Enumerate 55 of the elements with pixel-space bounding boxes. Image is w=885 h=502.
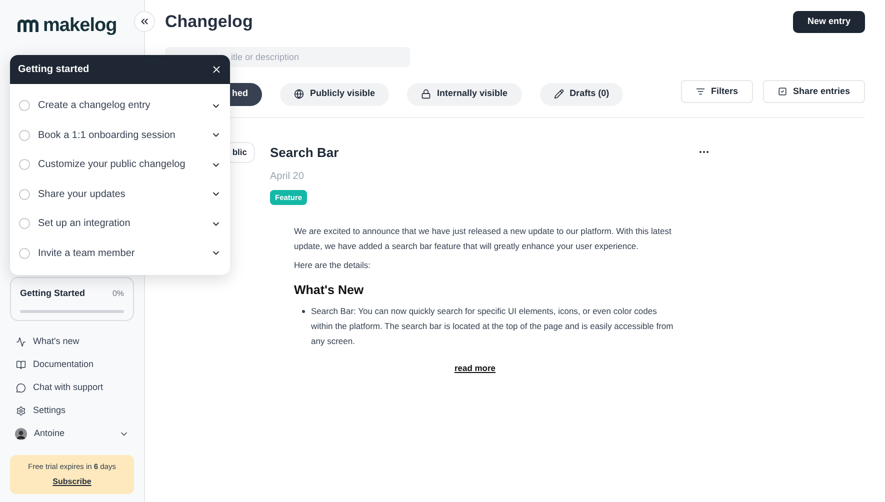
checklist-label: Invite a team member [38, 246, 136, 261]
collapse-button[interactable] [134, 11, 155, 32]
checkbox-icon [778, 87, 787, 96]
checkbox[interactable] [19, 100, 30, 112]
checklist-label: Share your updates [38, 188, 126, 202]
close-icon[interactable] [211, 64, 222, 75]
globe-icon [294, 89, 304, 99]
page-title: Changelog [165, 10, 253, 33]
entry-heading: What's New [294, 282, 365, 298]
checklist-label: Set up an integration [38, 217, 132, 232]
entry-title: Search Bar [270, 144, 339, 162]
filter-icon [696, 87, 705, 96]
filter-tab[interactable]: Publicly visible [280, 82, 390, 106]
read-more-link[interactable]: read more [454, 360, 496, 376]
user-menu[interactable]: Antoine [10, 424, 134, 443]
bullet-icon [302, 310, 305, 312]
checklist-item[interactable]: Create a changelog entry [10, 91, 230, 120]
new-entry-button[interactable]: New entry [793, 10, 865, 32]
settings-icon [16, 406, 26, 416]
checklist-label: Customize your public changelog [38, 158, 186, 172]
avatar-icon [15, 428, 27, 440]
double-chevron-icon [139, 16, 150, 27]
logo-icon [17, 18, 39, 32]
nav-item[interactable]: Settings [10, 402, 134, 420]
checkbox[interactable] [19, 248, 30, 259]
checkbox[interactable] [19, 218, 30, 230]
entry-date: April 20 [270, 170, 305, 184]
nav-item[interactable]: What's new [10, 332, 134, 351]
subscribe-link[interactable]: Subscribe [52, 476, 92, 488]
lock-icon [421, 89, 432, 99]
checkbox[interactable] [19, 130, 30, 141]
entry-paragraph: Here are the details: [294, 258, 372, 272]
activity-icon [16, 336, 26, 347]
progress-title: Getting Started [20, 287, 86, 300]
bullet-text: Search Bar: You can now quickly search for specific UI elements, icons, or even color codes within the platform. The search bar is located at the top of the page and is easily accessible from any screen. [311, 304, 674, 348]
checkbox[interactable] [19, 188, 30, 200]
nav-item[interactable]: Documentation [10, 356, 134, 374]
checklist-item[interactable]: Set up an integration [10, 209, 230, 238]
checklist-label: Create a changelog entry [38, 99, 152, 114]
checkbox[interactable] [19, 159, 30, 170]
action-button[interactable]: Filters [680, 80, 753, 103]
nav-item[interactable]: Chat with support [10, 378, 134, 397]
progress-reading: 0% [112, 288, 124, 300]
book-icon [16, 360, 26, 370]
checklist-item[interactable]: Share your updates [10, 180, 230, 209]
checklist-label: Book a 1:1 onboarding session [38, 128, 176, 143]
pencil-icon [554, 89, 564, 99]
checklist-item[interactable]: Invite a team member [10, 238, 230, 268]
filter-tab[interactable]: Internally visible [407, 82, 522, 106]
popover-title: Getting started [18, 63, 90, 77]
chat-icon [16, 382, 26, 393]
entry-paragraph: We are excited to announce that we have just released a new update to our platform. With this latest update, we have added a search bar feature that will greatly enhance your user experience. [294, 224, 672, 253]
logo-text: makelog [43, 16, 117, 35]
filter-tab[interactable]: Drafts (0) [540, 82, 624, 106]
action-button[interactable]: Share entries [762, 80, 865, 103]
